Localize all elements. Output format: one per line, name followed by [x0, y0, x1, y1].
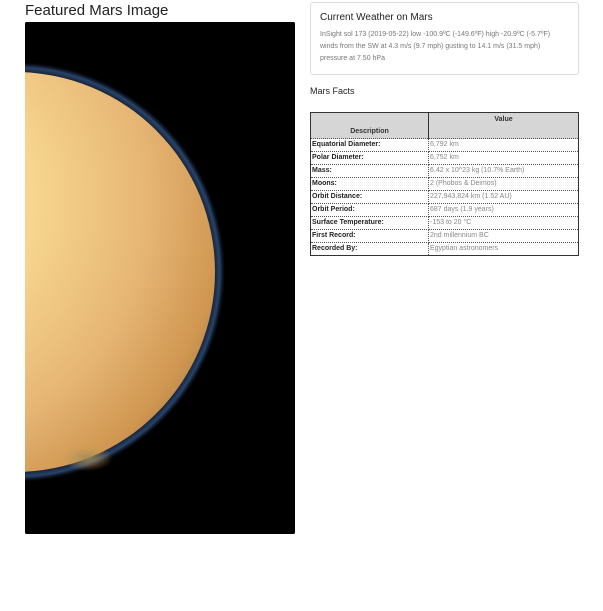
featured-mars-image[interactable] — [25, 22, 295, 534]
table-header-blank — [428, 125, 579, 139]
mars-facts-table: Value Description Equatorial Diameter: 6… — [310, 112, 579, 256]
fact-value: 6,752 km — [428, 151, 579, 165]
fact-label: Recorded By: — [310, 242, 429, 256]
fact-label: First Record: — [310, 229, 429, 243]
fact-value: 2 (Phobos & Deimos) — [428, 177, 579, 191]
fact-value: 6.42 x 10^23 kg (10.7% Earth) — [428, 164, 579, 178]
table-header-value: Value — [428, 112, 579, 125]
fact-value: 687 days (1.9 years) — [428, 203, 579, 217]
fact-label: Orbit Distance: — [310, 190, 429, 204]
fact-label: Surface Temperature: — [310, 216, 429, 230]
table-row: Equatorial Diameter: 6,792 km — [310, 138, 579, 152]
fact-label: Polar Diameter: — [310, 151, 429, 165]
table-row: Recorded By: Egyptian astronomers — [310, 242, 579, 256]
weather-text: InSight sol 173 (2019-05-22) low -100.9º… — [320, 31, 551, 62]
table-row: Orbit Period: 687 days (1.9 years) — [310, 203, 579, 217]
mars-facts-title: Mars Facts — [310, 86, 355, 96]
table-row: First Record: 2nd millennium BC — [310, 229, 579, 243]
fact-label: Orbit Period: — [310, 203, 429, 217]
weather-title: Current Weather on Mars — [320, 12, 433, 23]
fact-value: Egyptian astronomers — [428, 242, 579, 256]
fact-value: -153 to 20 °C — [428, 216, 579, 230]
table-header-description: Description — [310, 125, 429, 139]
fact-value: 2nd millennium BC — [428, 229, 579, 243]
fact-label: Moons: — [310, 177, 429, 191]
fact-value: 6,792 km — [428, 138, 579, 152]
table-row: Moons: 2 (Phobos & Deimos) — [310, 177, 579, 191]
fact-label: Mass: — [310, 164, 429, 178]
table-row: Mass: 6.42 x 10^23 kg (10.7% Earth) — [310, 164, 579, 178]
weather-card: Current Weather on Mars InSight sol 173 … — [310, 2, 579, 75]
table-row: Polar Diameter: 6,752 km — [310, 151, 579, 165]
fact-label: Equatorial Diameter: — [310, 138, 429, 152]
table-row: Orbit Distance: 227,943,824 km (1.52 AU) — [310, 190, 579, 204]
table-header-blank — [310, 112, 429, 125]
featured-image-title: Featured Mars Image — [25, 2, 169, 19]
table-row: Surface Temperature: -153 to 20 °C — [310, 216, 579, 230]
fact-value: 227,943,824 km (1.52 AU) — [428, 190, 579, 204]
